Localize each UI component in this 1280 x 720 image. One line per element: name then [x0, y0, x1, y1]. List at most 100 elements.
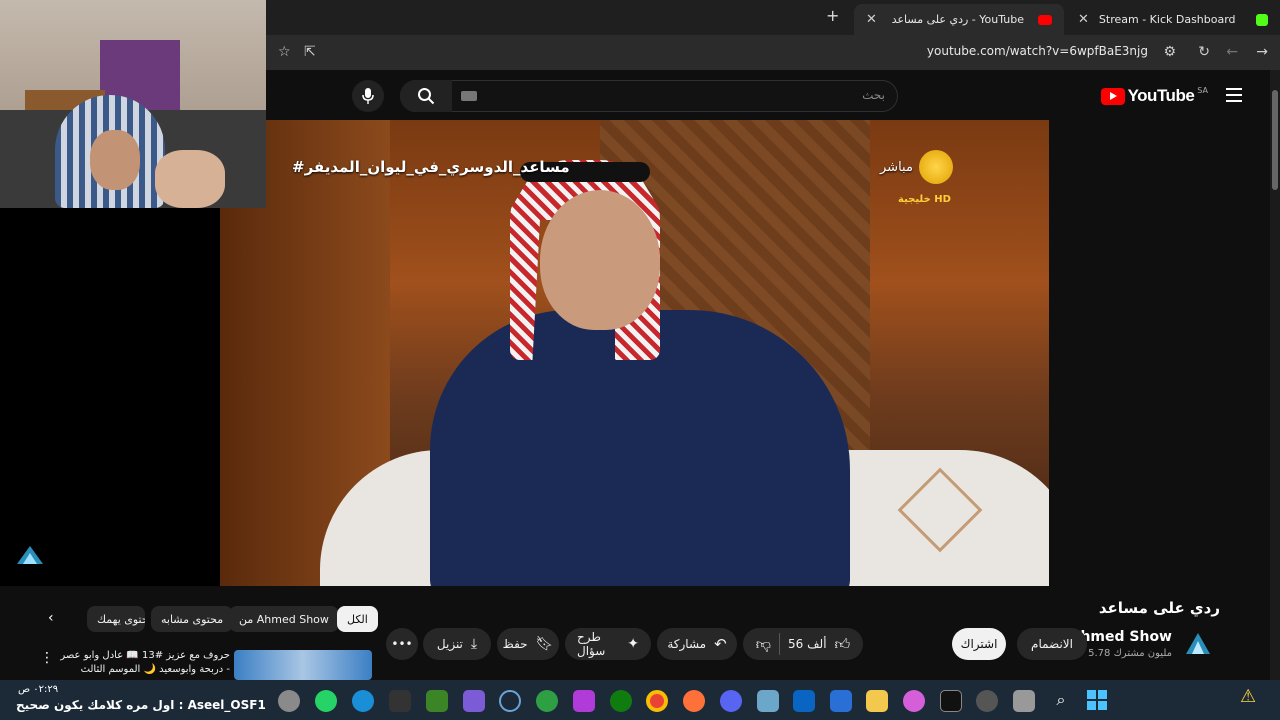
- tab-kick[interactable]: ✕ Stream - Kick Dashboard: [1066, 4, 1280, 35]
- chrome-app-icon[interactable]: [278, 690, 300, 712]
- video-player[interactable]: #مساعد_الدوسري_في_ليوان_المديفر مباشر خل…: [220, 120, 1049, 586]
- dislike-icon[interactable]: 👎︎: [756, 635, 771, 654]
- like-divider: [779, 633, 781, 655]
- streamer-app-icon[interactable]: [573, 690, 595, 712]
- tab-kick-title: Stream - Kick Dashboard: [1098, 13, 1236, 26]
- capcut-icon[interactable]: [389, 690, 411, 712]
- youtube-logo[interactable]: YouTube SA: [1100, 85, 1208, 106]
- ask-label: طرح سؤال: [577, 630, 606, 658]
- tv-channel-sub: خليجية HD: [898, 194, 951, 205]
- left-empty-area: [0, 208, 220, 586]
- save-button[interactable]: حفظ 🔖︎: [497, 628, 559, 660]
- bookmark-star-icon[interactable]: ☆: [278, 44, 291, 60]
- youtube-favicon-icon: [1038, 14, 1052, 25]
- voice-search-button[interactable]: [352, 80, 384, 112]
- discord-icon[interactable]: [720, 690, 742, 712]
- like-icon[interactable]: 👍︎: [835, 635, 851, 654]
- chat-ticker: اول مره كلامك يكون صحيح : Aseel_OSF1: [16, 698, 266, 712]
- taskbar-clock: ٠٢:٢٩ ص: [18, 684, 59, 695]
- join-button[interactable]: الانضمام: [1017, 628, 1087, 660]
- chip-similar[interactable]: محتوى مشابه: [151, 606, 234, 632]
- more-dots-icon: •••: [391, 637, 413, 651]
- close-tab-icon[interactable]: ✕: [866, 12, 877, 27]
- site-settings-icon[interactable]: ⚙: [1163, 44, 1176, 60]
- whatsapp-icon[interactable]: [315, 690, 337, 712]
- video-overlay-hashtag: #مساعد_الدوسري_في_ليوان_المديفر: [292, 158, 570, 176]
- minecraft-icon[interactable]: [426, 690, 448, 712]
- scrollbar-thumb[interactable]: [1272, 90, 1278, 190]
- more-actions-button[interactable]: •••: [386, 628, 418, 660]
- share-button[interactable]: مشاركة ↶: [657, 628, 737, 660]
- webcam-overlay: [0, 0, 266, 208]
- subscriber-count: 5.78 مليون مشترك: [1088, 648, 1172, 659]
- chip-all[interactable]: الكل: [337, 606, 378, 632]
- video-title: ردي على مساعد: [1098, 599, 1220, 617]
- recommendation-menu-icon[interactable]: ⋮: [40, 650, 54, 666]
- outlook-icon[interactable]: [793, 690, 815, 712]
- forward-arrow-icon[interactable]: →: [1256, 44, 1268, 60]
- webcam-face: [90, 130, 140, 190]
- back-arrow-icon[interactable]: ←: [1226, 44, 1238, 60]
- video-person-face: [540, 190, 660, 330]
- taskbar-search-icon[interactable]: ⌕: [1050, 690, 1072, 712]
- close-tab-icon[interactable]: ✕: [1078, 12, 1089, 27]
- chip-from-channel[interactable]: من Ahmed Show: [229, 606, 339, 632]
- url-field[interactable]: youtube.com/watch?v=6wpfBaE3njg: [927, 44, 1148, 58]
- tab-youtube[interactable]: ✕ ردي على مساعد - YouTube: [854, 4, 1064, 35]
- steam-icon[interactable]: [499, 690, 521, 712]
- youtube-header: بحث YouTube SA: [266, 70, 1270, 120]
- youtube-logo-text: YouTube: [1127, 86, 1195, 105]
- stream-logo-icon: [17, 546, 43, 564]
- obs-icon[interactable]: [463, 690, 485, 712]
- chrome-icon[interactable]: [646, 690, 668, 712]
- menu-icon[interactable]: [1226, 88, 1242, 106]
- chips-prev-arrow-icon[interactable]: ‹: [48, 610, 54, 626]
- webcam-hand: [155, 150, 225, 208]
- country-code: SA: [1197, 85, 1208, 95]
- store-icon[interactable]: [830, 690, 852, 712]
- windows-start-icon[interactable]: [1087, 690, 1107, 710]
- tv-channel-logo: مباشر: [880, 150, 953, 184]
- search-input[interactable]: بحث: [400, 80, 898, 112]
- firefox-icon[interactable]: [683, 690, 705, 712]
- channel-avatar[interactable]: [1184, 630, 1212, 658]
- file-explorer-icon[interactable]: [866, 690, 888, 712]
- search-button[interactable]: [400, 80, 452, 112]
- share-page-icon[interactable]: ⇱: [304, 44, 316, 60]
- like-count[interactable]: 56 ألف: [788, 637, 827, 651]
- watch-metadata: ردي على مساعد ● Ahmed Show 5.78 مليون مش…: [0, 586, 1270, 680]
- new-tab-button[interactable]: +: [826, 6, 839, 25]
- sparkle-icon: ✦: [627, 636, 639, 652]
- search-placeholder: بحث: [862, 88, 885, 102]
- xbox-icon[interactable]: [610, 690, 632, 712]
- page-scrollbar[interactable]: [1270, 70, 1280, 680]
- tab-youtube-title: ردي على مساعد - YouTube: [891, 13, 1024, 26]
- like-dislike-group: 👎︎ 56 ألف 👍︎: [743, 628, 863, 660]
- edge-icon[interactable]: [352, 690, 374, 712]
- share-arrow-icon: ↶: [714, 635, 727, 653]
- keyboard-icon[interactable]: [461, 91, 477, 101]
- warning-icon[interactable]: ⚠: [1240, 686, 1256, 707]
- reload-icon[interactable]: ↻: [1198, 44, 1210, 60]
- download-label: تنزيل: [436, 637, 463, 651]
- download-button[interactable]: تنزيل ⤓: [423, 628, 491, 660]
- remote-desktop-icon[interactable]: [757, 690, 779, 712]
- capcut-editor-icon[interactable]: [940, 690, 962, 712]
- xbox-app-icon[interactable]: [536, 690, 558, 712]
- search-icon: [418, 88, 435, 105]
- task-view-icon[interactable]: [1013, 690, 1035, 712]
- copilot-icon[interactable]: [903, 690, 925, 712]
- recommendation-thumbnail[interactable]: [234, 650, 372, 680]
- windows-taskbar: ٠٢:٢٩ ص اول مره كلامك يكون صحيح : Aseel_…: [0, 680, 1280, 720]
- youtube-play-icon: [1100, 87, 1125, 105]
- recommendation-title[interactable]: حروف مع عزيز #13 📖 عادل وابو عصر - دربحة…: [58, 649, 230, 677]
- bookmark-icon: 🔖︎: [535, 636, 554, 652]
- media-player-icon[interactable]: [976, 690, 998, 712]
- sun-logo-icon: [918, 150, 953, 184]
- chip-related[interactable]: محتوى يهمك: [87, 606, 145, 632]
- ask-question-button[interactable]: طرح سؤال ✦: [565, 628, 651, 660]
- kick-favicon-icon: [1256, 13, 1268, 26]
- share-label: مشاركة: [667, 637, 707, 651]
- subscribe-button[interactable]: اشتراك: [952, 628, 1006, 660]
- join-label: الانضمام: [1031, 637, 1073, 651]
